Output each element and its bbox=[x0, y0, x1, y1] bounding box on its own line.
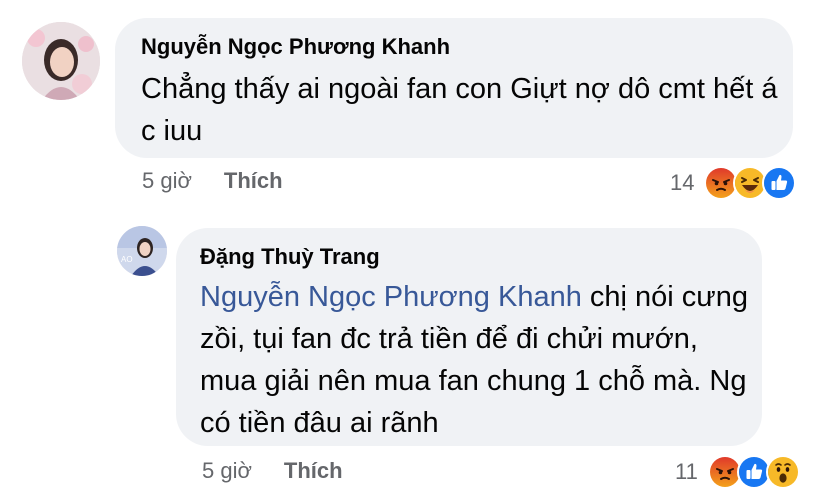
like-button[interactable]: Thích bbox=[284, 458, 343, 484]
comment-time[interactable]: 5 giờ bbox=[142, 168, 192, 194]
like-icon bbox=[762, 166, 797, 200]
wow-icon bbox=[765, 455, 800, 489]
comment-text: Chẳng thấy ai ngoài fan con Giựt nợ dô c… bbox=[141, 73, 778, 147]
mention-link[interactable]: Nguyễn Ngọc Phương Khanh bbox=[200, 281, 582, 313]
svg-text:AO: AO bbox=[121, 255, 133, 264]
reaction-count: 11 bbox=[675, 459, 698, 484]
like-button[interactable]: Thích bbox=[224, 168, 283, 194]
comment-bubble: Đặng Thuỳ Trang Nguyễn Ngọc Phương Khanh… bbox=[176, 228, 762, 446]
avatar[interactable] bbox=[22, 22, 100, 100]
reaction-summary[interactable]: 14 bbox=[670, 166, 797, 200]
comment-time[interactable]: 5 giờ bbox=[202, 458, 252, 484]
comment-meta: 5 giờ Thích bbox=[142, 168, 283, 194]
comment-author[interactable]: Đặng Thuỳ Trang bbox=[200, 244, 736, 270]
reaction-count: 14 bbox=[670, 170, 695, 195]
reaction-summary[interactable]: 11 bbox=[675, 455, 800, 489]
comment-bubble: Nguyễn Ngọc Phương Khanh Chẳng thấy ai n… bbox=[115, 18, 793, 158]
comment-meta: 5 giờ Thích bbox=[202, 458, 343, 484]
comment-author[interactable]: Nguyễn Ngọc Phương Khanh bbox=[141, 34, 765, 60]
comment-text: Nguyễn Ngọc Phương Khanh chị nói cưng zồ… bbox=[200, 276, 750, 444]
avatar[interactable]: AO bbox=[117, 226, 167, 276]
